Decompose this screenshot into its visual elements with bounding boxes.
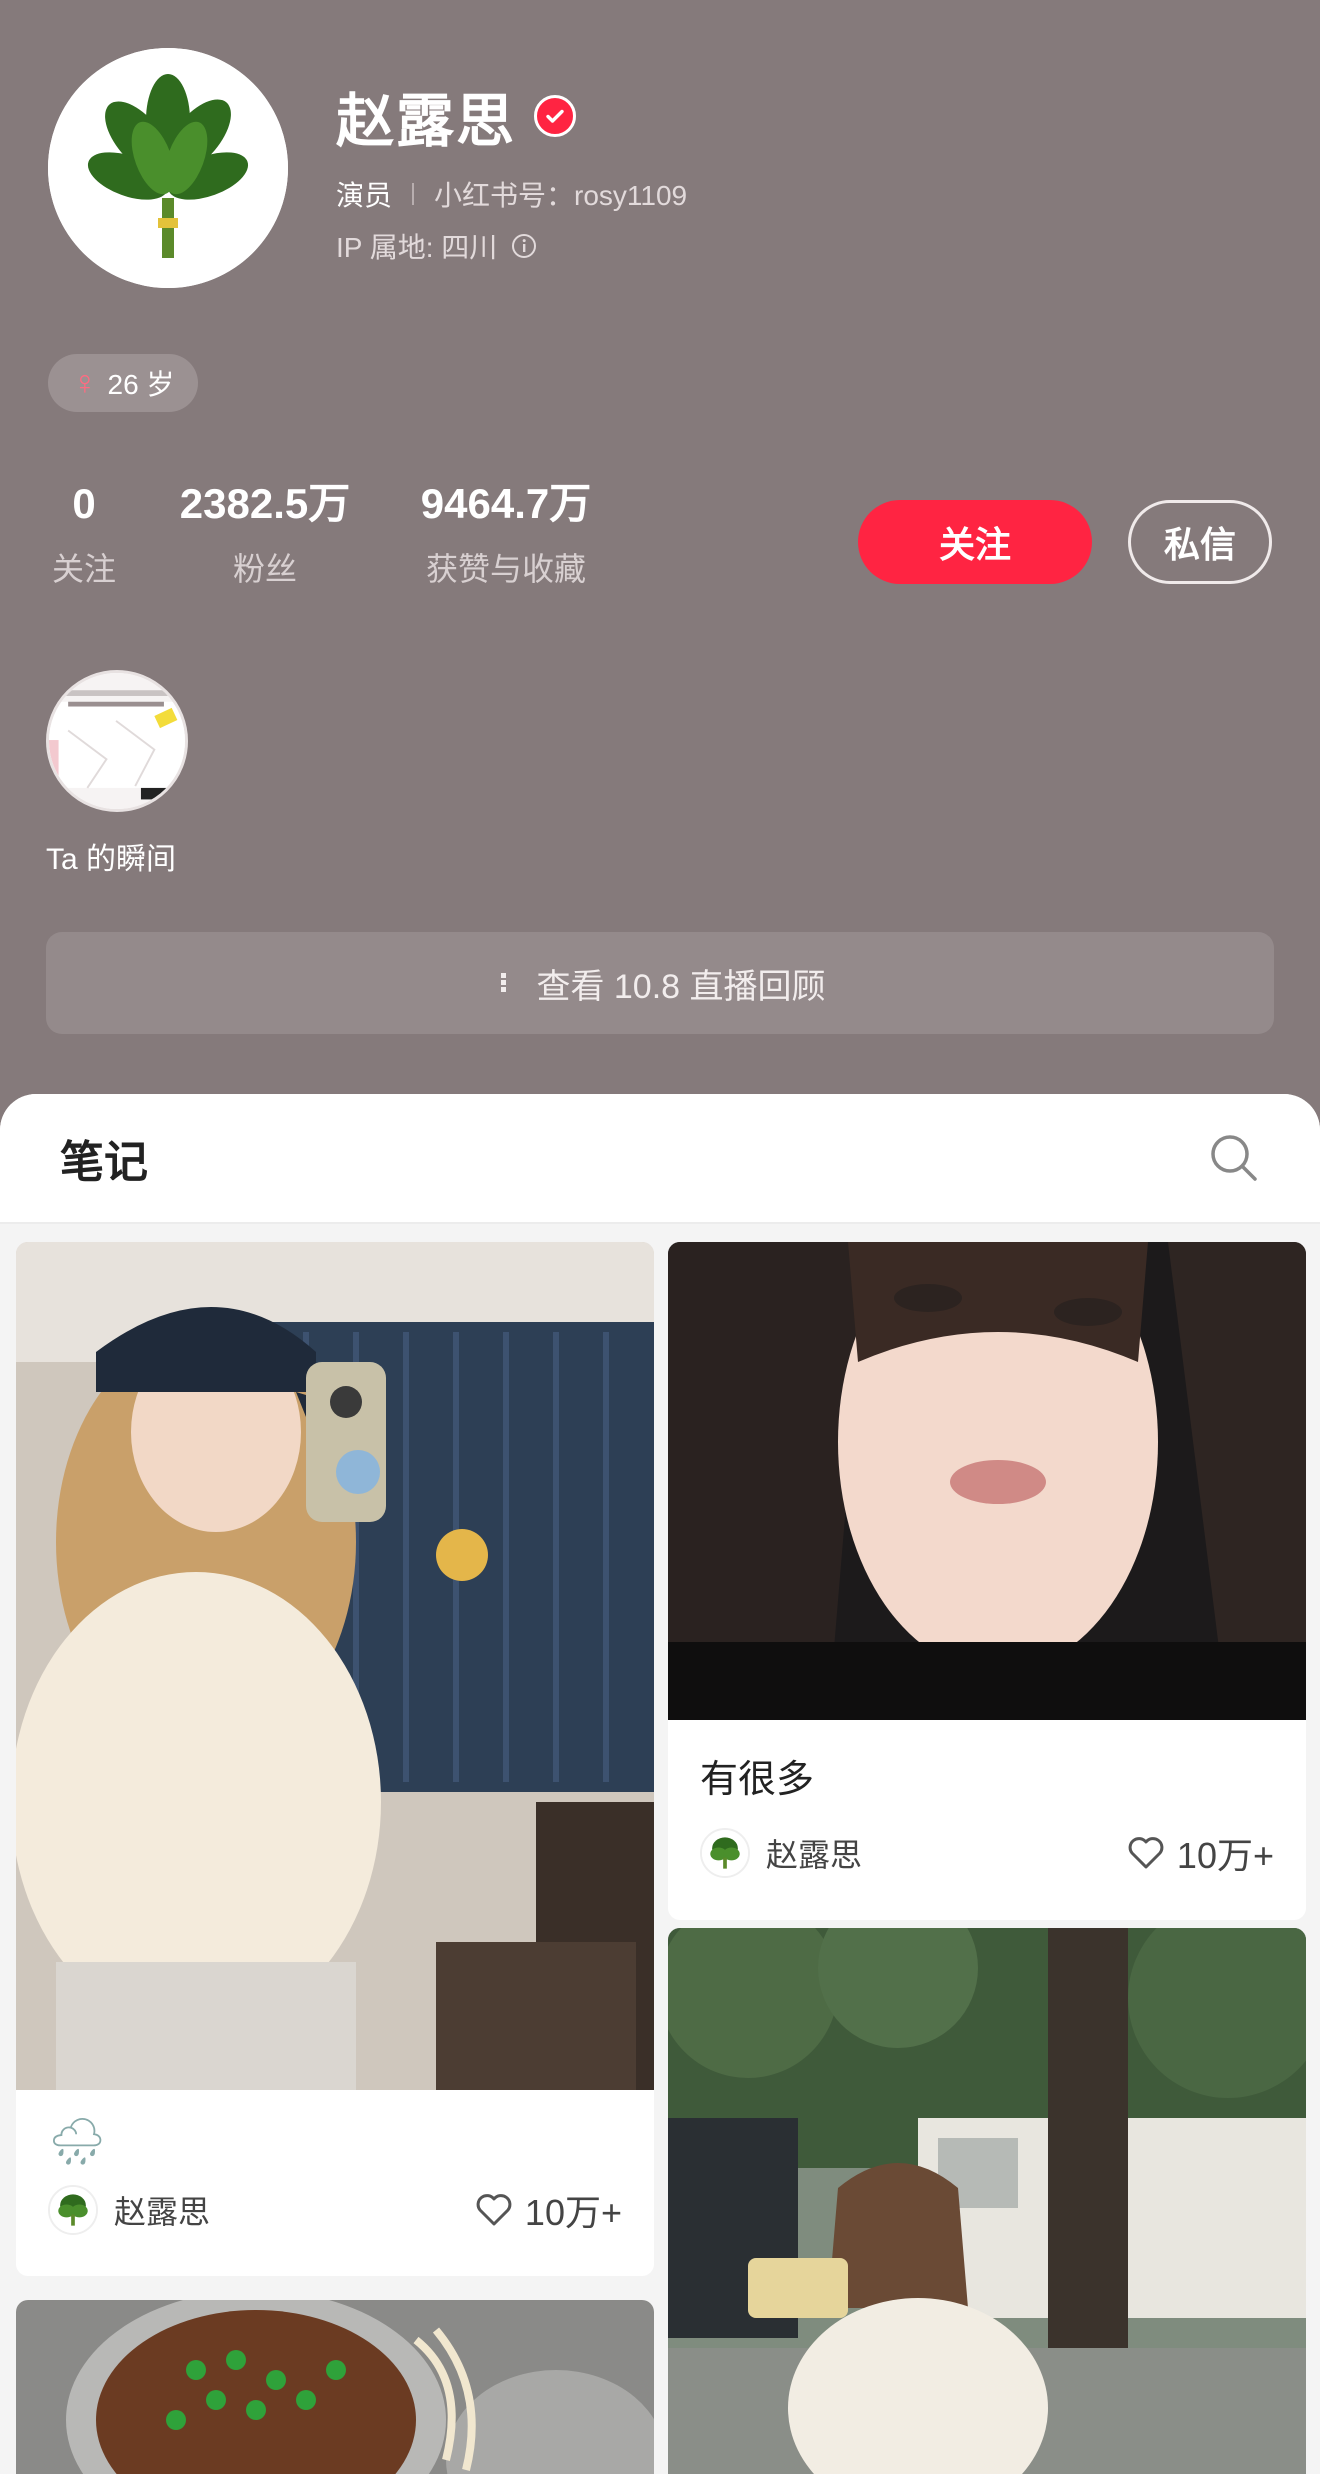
note-card-3[interactable]	[16, 2300, 654, 2474]
following-count: 0	[72, 480, 96, 527]
profile-name: 赵露思	[336, 89, 517, 154]
rain-cloud-icon: 🌧	[48, 2115, 107, 2167]
heart-icon	[1125, 1832, 1167, 1874]
profile-ip: IP 属地: 四川	[336, 232, 498, 263]
notes-title: 笔记	[60, 1138, 148, 1187]
note-footer-1: 赵露思 10万+	[16, 2184, 654, 2236]
ip-row: IP 属地: 四川	[336, 226, 537, 266]
female-icon: ♀	[72, 364, 98, 402]
stat-likes[interactable]: 9464.7万 获赞与收藏	[410, 476, 602, 590]
follow-button[interactable]: 关注	[858, 500, 1092, 584]
following-label: 关注	[51, 551, 116, 587]
author-avatar	[700, 1828, 750, 1878]
note-title-2: 有很多	[700, 1759, 815, 1801]
age-tag: ♀ 26 岁	[48, 354, 199, 412]
note-footer-2: 赵露思 10万+	[668, 1827, 1306, 1879]
note-author-1[interactable]: 赵露思	[48, 2185, 210, 2235]
message-button[interactable]: 私信	[1128, 500, 1272, 584]
verified-icon	[534, 95, 577, 137]
name-row: 赵露思	[336, 74, 577, 158]
profile-role: 演员	[336, 180, 393, 211]
meta-divider	[412, 183, 415, 205]
moments-label[interactable]: Ta 的瞬间	[46, 834, 176, 878]
fans-count: 2382.5万	[179, 480, 351, 527]
note-author-2[interactable]: 赵露思	[700, 1828, 862, 1878]
author-name: 赵露思	[114, 2194, 211, 2230]
info-icon[interactable]	[511, 233, 537, 259]
note-image-4[interactable]	[668, 1928, 1306, 2474]
stat-fans[interactable]: 2382.5万 粉丝	[168, 476, 362, 590]
live-replay-label: 查看 10.8 直播回顾	[536, 967, 826, 1006]
author-name: 赵露思	[766, 1837, 863, 1873]
likes-count: 9464.7万	[420, 480, 592, 527]
note-image-1[interactable]	[16, 1242, 654, 2090]
profile-xhs-id[interactable]: 小红书号：rosy1109	[434, 174, 687, 214]
note-likes-1[interactable]: 10万+	[473, 2184, 622, 2236]
note-likes-2[interactable]: 10万+	[1125, 1827, 1274, 1879]
note-image-2[interactable]	[668, 1242, 1306, 1720]
meta-row: 演员 小红书号：rosy1109	[336, 174, 687, 214]
fans-label: 粉丝	[232, 551, 297, 587]
search-icon[interactable]	[1208, 1132, 1260, 1184]
likes-count: 10万+	[524, 2192, 622, 2233]
age-label: 26 岁	[107, 369, 175, 400]
likes-label: 获赞与收藏	[425, 551, 586, 587]
stat-following[interactable]: 0 关注	[48, 476, 120, 590]
moments-thumbnail[interactable]	[46, 670, 188, 812]
likes-count: 10万+	[1176, 1835, 1274, 1876]
heart-icon	[473, 2189, 515, 2231]
note-image-3[interactable]	[16, 2300, 654, 2474]
profile-avatar[interactable]	[48, 48, 288, 288]
author-avatar	[48, 2185, 98, 2235]
live-icon	[494, 969, 514, 997]
notes-panel: 笔记 🌧 赵露思 10万+ 有很多 赵露思 10万+	[0, 1094, 1320, 2474]
note-card-1[interactable]: 🌧 赵露思 10万+	[16, 1242, 654, 2276]
live-replay-bar[interactable]: 查看 10.8 直播回顾	[46, 932, 1274, 1034]
notes-header: 笔记	[0, 1094, 1320, 1224]
note-card-4[interactable]	[668, 1928, 1306, 2474]
note-card-2[interactable]: 有很多 赵露思 10万+	[668, 1242, 1306, 1920]
